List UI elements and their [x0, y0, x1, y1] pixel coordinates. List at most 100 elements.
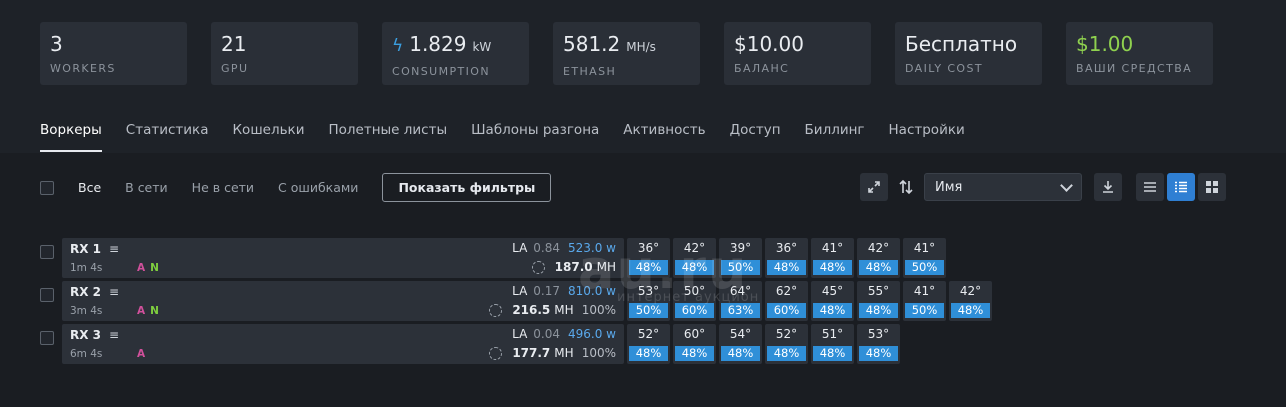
- detailed-list-view-icon[interactable]: [1167, 173, 1195, 201]
- stat-value: 581.2: [563, 32, 621, 56]
- show-filters-button[interactable]: Показать фильтры: [382, 173, 552, 202]
- stat-label: БАЛАНС: [734, 62, 790, 75]
- worker-name[interactable]: RX 1: [70, 242, 101, 256]
- stat-label: ETHASH: [563, 65, 617, 78]
- gpu-cell[interactable]: 41° 50%: [903, 238, 946, 278]
- gpu-fan: 48%: [859, 260, 898, 275]
- tab-flight-sheets[interactable]: Полетные листы: [328, 122, 447, 152]
- gpu-fan: 60%: [675, 303, 714, 318]
- menu-icon[interactable]: ≡: [109, 328, 119, 342]
- stat-workers: 3 WORKERS: [40, 22, 187, 85]
- gpu-temp: 54°: [729, 327, 752, 341]
- worker-card[interactable]: RX 1 ≡ 1m 4s AN LA 0.84 523.0 w 187.0 MH: [62, 238, 624, 278]
- gpu-fan: 50%: [905, 260, 944, 275]
- gpu-list: 52° 48% 60° 48% 54° 48% 52° 48% 51° 48% 53° 48…: [627, 324, 900, 364]
- gpu-temp: 52°: [775, 327, 798, 341]
- worker-card[interactable]: RX 2 ≡ 3m 4s AN LA 0.17 810.0 w 216.5 MH 100%: [62, 281, 624, 321]
- la-label: LA: [512, 241, 528, 255]
- worker-checkbox[interactable]: [40, 288, 54, 302]
- stat-unit: kW: [472, 40, 492, 54]
- filter-offline[interactable]: Не в сети: [192, 180, 254, 195]
- gpu-cell[interactable]: 52° 48%: [765, 324, 808, 364]
- worker-checkbox[interactable]: [40, 245, 54, 259]
- gpu-fan: 48%: [951, 303, 990, 318]
- filter-errors[interactable]: С ошибками: [278, 180, 358, 195]
- stats-bar: 3 WORKERS 21 GPU ϟ 1.829 kW CONSUMPTION 58…: [40, 22, 1213, 85]
- view-mode-group: [1136, 173, 1226, 201]
- download-icon[interactable]: [1094, 173, 1122, 201]
- tab-workers[interactable]: Воркеры: [40, 122, 102, 152]
- gpu-cell[interactable]: 51° 48%: [811, 324, 854, 364]
- gpu-cell[interactable]: 53° 48%: [857, 324, 900, 364]
- gpu-temp: 41°: [913, 241, 936, 255]
- grid-view-icon[interactable]: [1198, 173, 1226, 201]
- gpu-fan: 50%: [905, 303, 944, 318]
- list-view-icon[interactable]: [1136, 173, 1164, 201]
- expand-icon[interactable]: [860, 173, 888, 201]
- worker-uptime: 1m 4s: [70, 262, 103, 274]
- gpu-cell[interactable]: 45° 48%: [811, 281, 854, 321]
- gpu-cell[interactable]: 36° 48%: [765, 238, 808, 278]
- la-label: LA: [512, 327, 528, 341]
- filter-online[interactable]: В сети: [125, 180, 168, 195]
- gpu-fan: 60%: [767, 303, 806, 318]
- gpu-cell[interactable]: 62° 60%: [765, 281, 808, 321]
- stat-value: 21: [221, 32, 247, 56]
- gpu-temp: 42°: [959, 284, 982, 298]
- stat-label: CONSUMPTION: [392, 65, 490, 78]
- la-value: 0.04: [533, 327, 561, 341]
- tab-billing[interactable]: Биллинг: [805, 122, 865, 152]
- sort-select-value: Имя: [935, 179, 963, 195]
- flag-n: N: [150, 262, 159, 274]
- tab-statistics[interactable]: Статистика: [126, 122, 209, 152]
- worker-uptime: 3m 4s: [70, 305, 103, 317]
- gpu-fan: 48%: [675, 346, 714, 361]
- gpu-cell[interactable]: 42° 48%: [857, 238, 900, 278]
- gpu-fan: 48%: [721, 346, 760, 361]
- select-all-checkbox[interactable]: [40, 180, 54, 195]
- la-value: 0.17: [533, 284, 561, 298]
- stat-daily-cost: Бесплатно DAILY COST: [895, 22, 1042, 85]
- gpu-cell[interactable]: 41° 48%: [811, 238, 854, 278]
- stat-consumption: ϟ 1.829 kW CONSUMPTION: [382, 22, 529, 85]
- sort-select[interactable]: Имя: [924, 173, 1082, 201]
- worker-checkbox[interactable]: [40, 331, 54, 345]
- stat-unit: MH/s: [626, 40, 656, 54]
- gpu-cell[interactable]: 42° 48%: [949, 281, 992, 321]
- tab-overclock-templates[interactable]: Шаблоны разгона: [471, 122, 599, 152]
- sort-direction-icon[interactable]: [892, 173, 920, 201]
- hashrate-unit: MH: [554, 346, 574, 360]
- gpu-fan: 48%: [859, 346, 898, 361]
- chevron-down-icon: [1060, 178, 1073, 192]
- menu-icon[interactable]: ≡: [109, 285, 119, 299]
- menu-icon[interactable]: ≡: [109, 242, 119, 256]
- stat-label: ВАШИ СРЕДСТВА: [1076, 62, 1193, 75]
- worker-name[interactable]: RX 2: [70, 285, 101, 299]
- gpu-temp: 55°: [867, 284, 890, 298]
- gpu-cell[interactable]: 52° 48%: [627, 324, 670, 364]
- gpu-cell[interactable]: 55° 48%: [857, 281, 900, 321]
- stat-value: 1.829: [409, 32, 467, 56]
- gpu-fan: 48%: [813, 303, 852, 318]
- lightning-icon: ϟ: [392, 36, 404, 56]
- worker-hashrate: 216.5 MH 100%: [489, 303, 616, 317]
- gpu-cell[interactable]: 54° 48%: [719, 324, 762, 364]
- gpu-fan: 48%: [767, 346, 806, 361]
- stat-value: $10.00: [734, 32, 804, 56]
- tab-settings[interactable]: Настройки: [889, 122, 965, 152]
- gpu-cell[interactable]: 60° 48%: [673, 324, 716, 364]
- worker-card[interactable]: RX 3 ≡ 6m 4s A LA 0.04 496.0 w 177.7 MH 100%: [62, 324, 624, 364]
- stat-value: Бесплатно: [905, 32, 1018, 56]
- gpu-cell[interactable]: 41° 50%: [903, 281, 946, 321]
- tab-activity[interactable]: Активность: [623, 122, 705, 152]
- tab-wallets[interactable]: Кошельки: [232, 122, 304, 152]
- worker-flags: AN: [137, 305, 159, 317]
- worker-name[interactable]: RX 3: [70, 328, 101, 342]
- gpu-temp: 51°: [821, 327, 844, 341]
- filter-all[interactable]: Все: [78, 180, 101, 195]
- gpu-temp: 62°: [775, 284, 798, 298]
- gpu-temp: 36°: [775, 241, 798, 255]
- tab-access[interactable]: Доступ: [730, 122, 781, 152]
- gpu-temp: 53°: [867, 327, 890, 341]
- stat-value: $1.00: [1076, 32, 1134, 56]
